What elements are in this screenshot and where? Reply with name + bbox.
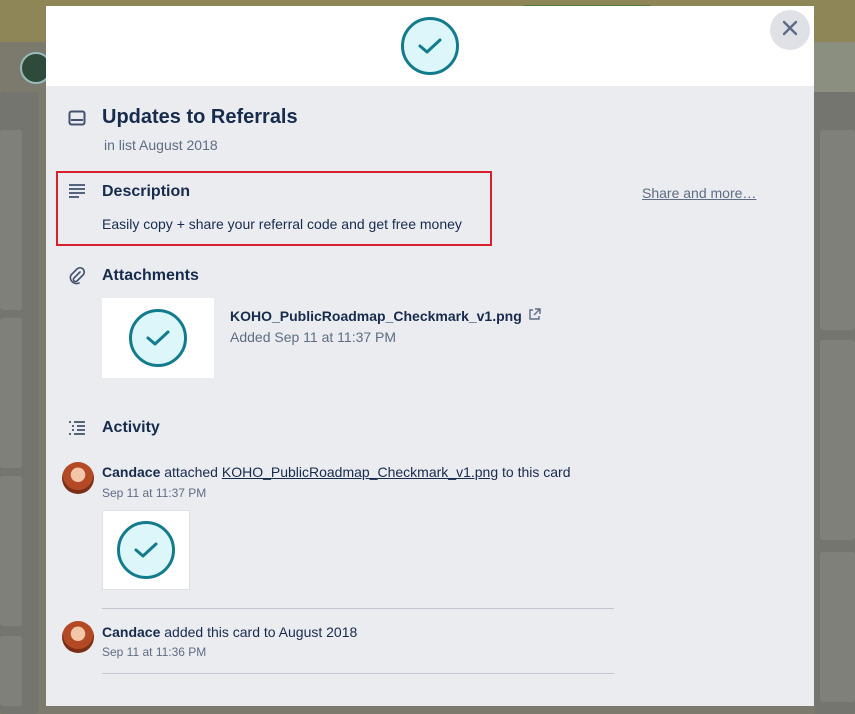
card-icon	[67, 108, 87, 128]
activity-user[interactable]: Candace	[102, 464, 160, 480]
board-card-left	[0, 318, 22, 468]
activity-entry: Candace attached KOHO_PublicRoadmap_Chec…	[102, 464, 570, 480]
attachment-added-time: Added Sep 11 at 11:37 PM	[230, 329, 397, 345]
close-icon	[781, 19, 799, 42]
avatar[interactable]	[62, 621, 94, 653]
activity-divider	[102, 673, 614, 674]
card-cover	[46, 6, 814, 86]
card-list-info: in list August 2018	[104, 137, 218, 153]
board-card-right	[820, 340, 855, 540]
activity-time[interactable]: Sep 11 at 11:36 PM	[102, 645, 206, 659]
list-link[interactable]: August 2018	[139, 137, 218, 153]
activity-heading: Activity	[102, 419, 160, 436]
avatar[interactable]	[62, 462, 94, 494]
board-card-right	[820, 130, 855, 330]
cover-image[interactable]	[386, 6, 474, 86]
external-link-icon[interactable]	[528, 308, 541, 324]
activity-action: attached	[164, 464, 218, 480]
checkmark-icon	[129, 309, 187, 367]
attachment-name[interactable]: KOHO_PublicRoadmap_Checkmark_v1.png	[230, 308, 541, 324]
attachments-heading: Attachments	[102, 267, 199, 284]
description-text[interactable]: Easily copy + share your referral code a…	[102, 216, 462, 232]
activity-entry: Candace added this card to August 2018	[102, 624, 357, 640]
activity-user[interactable]: Candace	[102, 624, 160, 640]
paperclip-icon	[67, 266, 87, 286]
activity-divider	[102, 608, 614, 609]
share-and-more-link[interactable]: Share and more…	[642, 185, 756, 201]
checkmark-icon	[401, 17, 459, 75]
close-button[interactable]	[770, 10, 810, 50]
description-heading: Description	[102, 183, 191, 200]
card-detail-modal: Updates to Referrals in list August 2018…	[46, 6, 814, 706]
board-background-image	[814, 42, 855, 92]
list-prefix: in list	[104, 137, 136, 153]
activity-icon	[67, 418, 87, 438]
activity-time[interactable]: Sep 11 at 11:37 PM	[102, 486, 206, 500]
activity-suffix: to this card	[502, 464, 571, 480]
attachment-file-name[interactable]: KOHO_PublicRoadmap_Checkmark_v1.png	[230, 308, 522, 324]
card-title[interactable]: Updates to Referrals	[102, 106, 298, 129]
board-card-left	[0, 130, 22, 310]
board-card-right	[820, 552, 855, 702]
board-card-left	[0, 636, 22, 706]
attachment-thumbnail[interactable]	[102, 298, 214, 378]
description-icon	[67, 181, 87, 201]
activity-action: added this card to August 2018	[164, 624, 358, 640]
checkmark-icon	[117, 521, 175, 579]
activity-attachment-link[interactable]: KOHO_PublicRoadmap_Checkmark_v1.png	[222, 464, 498, 480]
board-card-left	[0, 476, 22, 626]
activity-attachment-preview[interactable]	[102, 510, 190, 590]
